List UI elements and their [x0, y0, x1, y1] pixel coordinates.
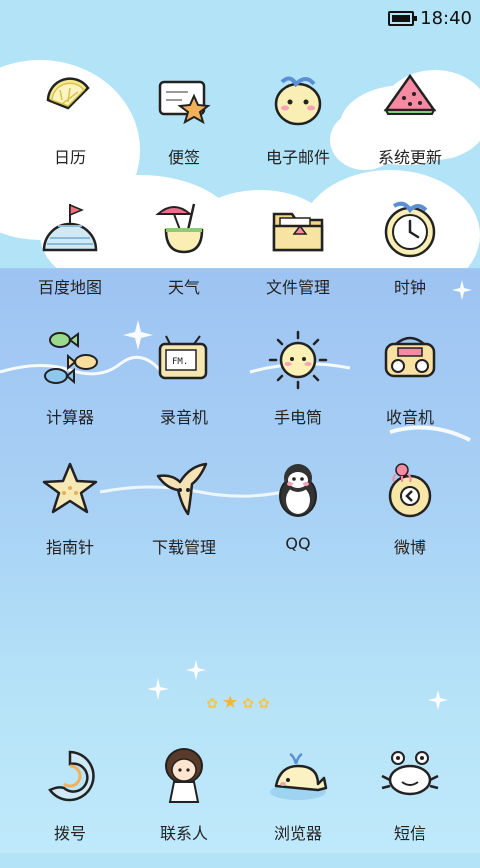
app-label: 文件管理 — [265, 278, 330, 297]
starfish-icon — [42, 462, 98, 514]
app-label: 浏览器 — [273, 824, 322, 843]
whale-icon — [270, 752, 328, 800]
app-label: 手电筒 — [273, 408, 322, 427]
app-label: 收音机 — [385, 408, 434, 427]
dock-contacts[interactable]: 联系人 — [124, 738, 244, 868]
app-weather[interactable]: 天气 — [124, 192, 244, 322]
app-label: 日历 — [53, 148, 86, 167]
app-label: 微博 — [393, 538, 426, 557]
starfish-note-icon — [158, 80, 211, 125]
app-label: 百度地图 — [37, 278, 102, 297]
app-label: 拨号 — [53, 824, 86, 843]
igloo-icon — [42, 203, 98, 252]
app-label: 天气 — [167, 278, 200, 297]
boombox-icon — [384, 336, 436, 378]
girl-icon — [165, 748, 203, 803]
app-flashlight[interactable]: 手电筒 — [238, 322, 358, 452]
app-label: 指南针 — [45, 538, 94, 557]
app-label: 联系人 — [159, 824, 208, 843]
app-weibo[interactable]: 微博 — [350, 452, 470, 582]
dock-messages[interactable]: 短信 — [350, 738, 470, 868]
page-dot: ✿ — [242, 696, 258, 712]
app-label: 下载管理 — [151, 538, 216, 557]
status-time: 18:40 — [420, 7, 472, 29]
clock-icon — [384, 201, 436, 258]
page-dot: ✿ — [206, 696, 223, 712]
dock-browser[interactable]: 浏览器 — [238, 738, 358, 868]
page-indicator: ✿★✿✿ — [0, 692, 480, 713]
dock-dialer[interactable]: 拨号 — [10, 738, 130, 868]
page-dot-active: ★ — [222, 692, 243, 713]
app-clock[interactable]: 时钟 — [350, 192, 470, 322]
app-compass[interactable]: 指南针 — [10, 452, 130, 582]
app-label: QQ — [285, 534, 311, 553]
penguin-icon — [279, 464, 317, 517]
status-bar: 18:40 — [388, 6, 472, 30]
svg-text:FM.: FM. — [172, 357, 188, 367]
app-email[interactable]: 电子邮件 — [238, 62, 358, 192]
coconut-drink-icon — [155, 203, 204, 254]
app-notes[interactable]: 便签 — [124, 62, 244, 192]
seal-icon — [274, 76, 322, 126]
app-label: 系统更新 — [377, 148, 442, 167]
shell-icon — [388, 463, 432, 518]
sun-icon — [268, 330, 328, 390]
app-label: 计算器 — [45, 408, 94, 427]
app-system-update[interactable]: 系统更新 — [350, 62, 470, 192]
app-calculator[interactable]: 计算器 — [10, 322, 130, 452]
radio-fm-icon: FM. — [158, 335, 208, 380]
watermelon-icon — [383, 73, 437, 115]
app-radio[interactable]: 收音机 — [350, 322, 470, 452]
app-label: 便签 — [167, 148, 200, 167]
page-dot: ✿ — [257, 696, 274, 712]
battery-icon — [388, 10, 418, 26]
app-qq[interactable]: QQ — [238, 452, 358, 582]
app-baidu-maps[interactable]: 百度地图 — [10, 192, 130, 322]
app-recorder[interactable]: FM. 录音机 — [124, 322, 244, 452]
crab-icon — [381, 751, 439, 796]
folder-icon — [272, 212, 324, 252]
lemon-slice-icon — [46, 77, 90, 110]
app-downloads[interactable]: 下载管理 — [124, 452, 244, 582]
app-calendar[interactable]: 日历 — [10, 62, 130, 192]
app-label: 录音机 — [159, 408, 208, 427]
app-label: 电子邮件 — [265, 148, 330, 167]
app-label: 时钟 — [393, 278, 426, 297]
fish-icon — [44, 332, 98, 385]
manta-ray-icon — [156, 462, 208, 516]
app-label: 短信 — [393, 824, 426, 843]
spiral-shell-icon — [48, 750, 95, 802]
app-file-manager[interactable]: 文件管理 — [238, 192, 358, 322]
